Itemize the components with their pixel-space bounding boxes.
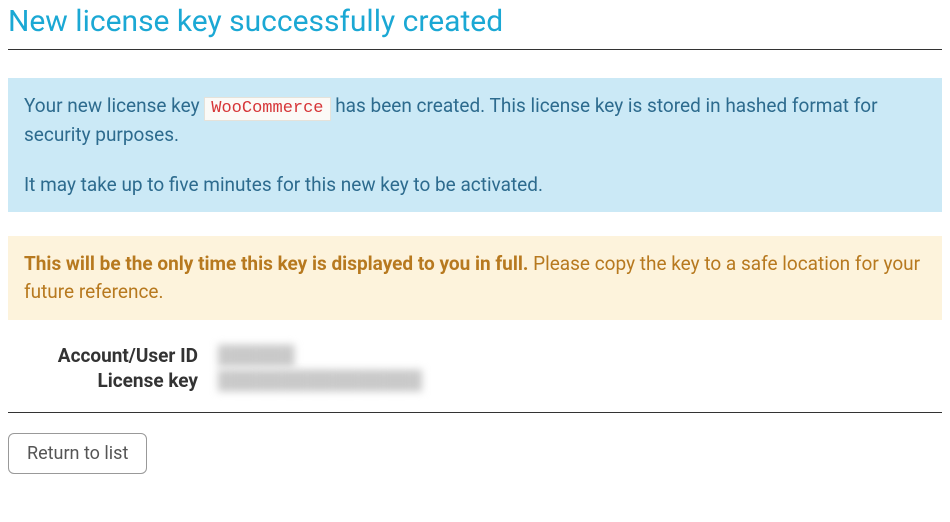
info-text-line2: It may take up to five minutes for this … — [24, 171, 926, 199]
license-key-value: ████████████████ — [218, 370, 422, 391]
warning-text: This will be the only time this key is d… — [24, 250, 926, 305]
info-text-line1: Your new license key WooCommerce has bee… — [24, 92, 926, 149]
title-divider — [8, 49, 942, 50]
detail-row-account: Account/User ID ██████ — [8, 344, 942, 367]
details-section: Account/User ID ██████ License key █████… — [8, 340, 942, 402]
account-id-label: Account/User ID — [8, 344, 218, 367]
info-alert: Your new license key WooCommerce has bee… — [8, 78, 942, 212]
license-key-label: License key — [8, 369, 218, 392]
return-to-list-button[interactable]: Return to list — [8, 433, 147, 474]
warning-bold: This will be the only time this key is d… — [24, 252, 528, 275]
license-name-tag: WooCommerce — [204, 97, 330, 121]
page-title: New license key successfully created — [8, 4, 942, 39]
account-id-value: ██████ — [218, 345, 295, 366]
detail-row-license: License key ████████████████ — [8, 369, 942, 392]
bottom-divider — [8, 412, 942, 413]
info-part1: Your new license key — [24, 94, 204, 117]
warning-alert: This will be the only time this key is d… — [8, 236, 942, 319]
